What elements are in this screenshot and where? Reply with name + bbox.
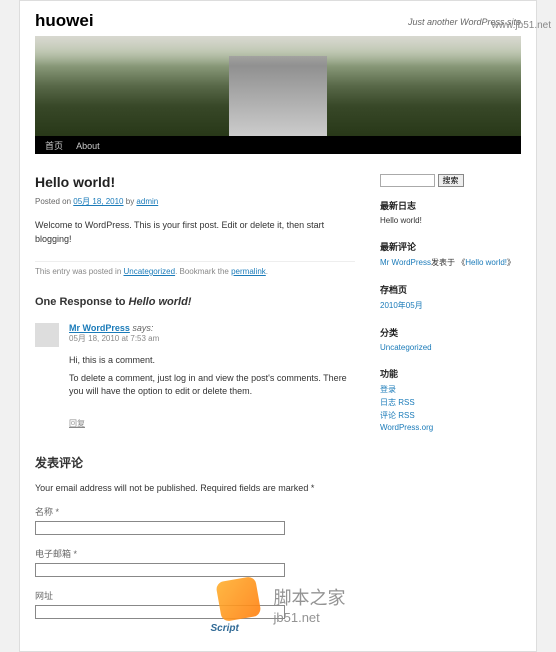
posted-in-prefix: This entry was posted in (35, 267, 123, 276)
comment-date[interactable]: 05月 18, 2010 at 7:53 am (69, 333, 355, 344)
meta-wp-link[interactable]: WordPress.org (380, 423, 433, 432)
post-content: Welcome to WordPress. This is your first… (35, 219, 355, 246)
responses-post-title: Hello world! (129, 296, 192, 308)
name-required: * (56, 507, 60, 517)
widget-recent-posts: 最新日志 Hello world! (380, 199, 521, 225)
reply-form-title: 发表评论 (35, 454, 355, 471)
search-button[interactable]: 搜索 (438, 174, 464, 187)
post-footer-meta: This entry was posted in Uncategorized. … (35, 261, 355, 276)
watermark-script-label: Script (211, 623, 239, 634)
rc-mid: 发表于 《 (431, 258, 465, 267)
widget-title: 分类 (380, 326, 521, 339)
watermark-text: 脚本之家 (274, 584, 346, 610)
form-notice-text: Your email address will not be published… (35, 483, 311, 493)
widget-title: 最新日志 (380, 199, 521, 212)
list-item[interactable]: Hello world! (380, 216, 521, 225)
list-item: Mr WordPress发表于 《Hello world!》 (380, 257, 521, 268)
watermark-icon: Script (211, 577, 266, 632)
email-required: * (74, 549, 78, 559)
permalink-link[interactable]: permalink (231, 267, 266, 276)
meta-by-label: by (124, 197, 137, 206)
comment-text-1: Hi, this is a comment. (69, 354, 355, 368)
meta-posted-label: Posted on (35, 197, 73, 206)
list-item[interactable]: 登录 (380, 384, 521, 395)
name-label-text: 名称 (35, 507, 56, 517)
widget-title: 最新评论 (380, 240, 521, 253)
widget-archives: 存档页 2010年05月 (380, 283, 521, 311)
post-date-link[interactable]: 05月 18, 2010 (73, 197, 123, 206)
comment-text-2: To delete a comment, just log in and vie… (69, 372, 355, 399)
list-item[interactable]: 评论 RSS (380, 410, 521, 421)
widget-meta: 功能 登录 日志 RSS 评论 RSS WordPress.org (380, 367, 521, 432)
meta-rss-link[interactable]: 日志 RSS (380, 398, 415, 407)
comment-item: Mr WordPress says: 05月 18, 2010 at 7:53 … (35, 323, 355, 429)
category-link[interactable]: Uncategorized (123, 267, 175, 276)
widget-title: 存档页 (380, 283, 521, 296)
posted-in-mid: . Bookmark the (175, 267, 231, 276)
reply-link[interactable]: 回复 (69, 418, 85, 429)
comment-author-link[interactable]: Mr WordPress (69, 323, 130, 333)
comment-author: Mr WordPress says: (69, 323, 355, 333)
post-author-link[interactable]: admin (136, 197, 158, 206)
nav-home[interactable]: 首页 (45, 141, 63, 151)
list-item[interactable]: Uncategorized (380, 343, 521, 352)
widget-recent-comments: 最新评论 Mr WordPress发表于 《Hello world!》 (380, 240, 521, 268)
watermark: Script 脚本之家 jb51.net (211, 577, 346, 632)
watermark-url: jb51.net (274, 610, 346, 625)
meta-comments-rss-link[interactable]: 评论 RSS (380, 411, 415, 420)
email-label: 电子邮箱 * (35, 547, 355, 560)
email-input[interactable] (35, 563, 285, 577)
meta-login-link[interactable]: 登录 (380, 385, 396, 394)
rc-end: 》 (507, 258, 515, 267)
nav-about[interactable]: About (76, 141, 100, 151)
name-label: 名称 * (35, 505, 355, 518)
email-label-text: 电子邮箱 (35, 549, 74, 559)
list-item[interactable]: WordPress.org (380, 423, 521, 432)
search-widget: 搜索 (380, 174, 521, 187)
main-nav: 首页 About (35, 136, 521, 154)
category-link[interactable]: Uncategorized (380, 343, 432, 352)
search-input[interactable] (380, 174, 435, 187)
archive-link[interactable]: 2010年05月 (380, 301, 423, 310)
comment-author-link[interactable]: Mr WordPress (380, 258, 431, 267)
comment-says: says: (132, 323, 153, 333)
widget-title: 功能 (380, 367, 521, 380)
responses-heading: One Response to Hello world! (35, 296, 355, 308)
url-overlay: www.jb51.net (492, 20, 551, 31)
widget-categories: 分类 Uncategorized (380, 326, 521, 352)
comment-post-link[interactable]: Hello world! (465, 258, 507, 267)
avatar (35, 323, 59, 347)
form-notice: Your email address will not be published… (35, 483, 355, 493)
name-input[interactable] (35, 521, 285, 535)
post-title[interactable]: Hello world! (35, 174, 355, 190)
list-item[interactable]: 日志 RSS (380, 397, 521, 408)
post-meta: Posted on 05月 18, 2010 by admin (35, 196, 355, 207)
form-required-mark: * (311, 483, 315, 493)
list-item[interactable]: 2010年05月 (380, 300, 521, 311)
header-banner-image (35, 36, 521, 136)
responses-prefix: One Response to (35, 296, 129, 308)
